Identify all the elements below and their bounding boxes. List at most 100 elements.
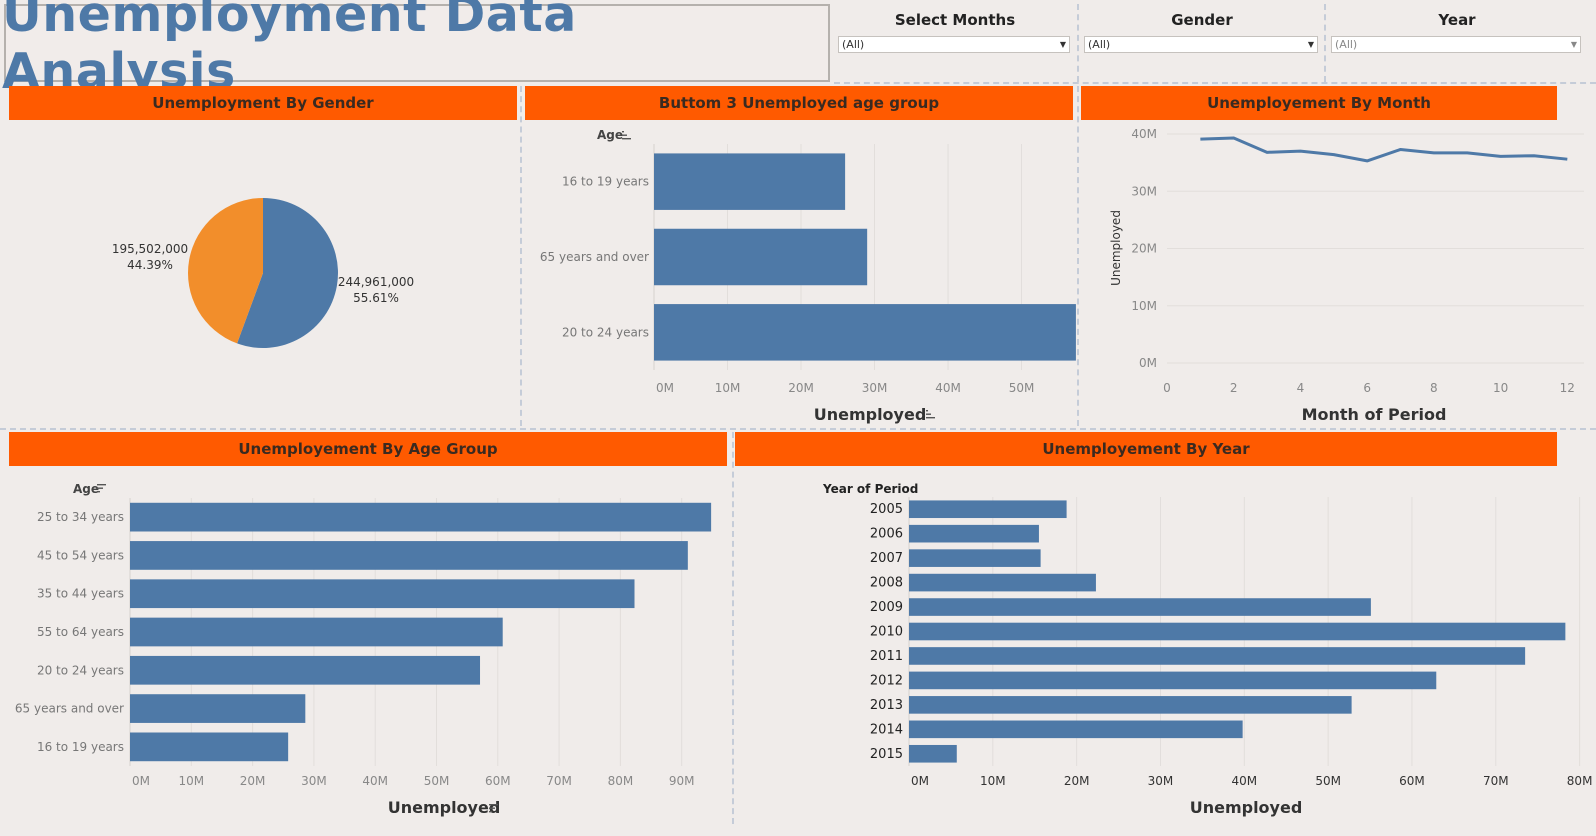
y-tick-label: 20M — [1131, 242, 1157, 256]
x-tick-label: 80M — [1567, 774, 1593, 788]
category-label: 2005 — [870, 502, 903, 517]
bar — [654, 228, 868, 286]
x-tick-label: 20M — [788, 381, 814, 395]
category-label: 2011 — [870, 649, 903, 664]
x-tick-label: 70M — [1483, 774, 1509, 788]
x-tick-label: 30M — [301, 774, 327, 788]
category-label: 2013 — [870, 698, 903, 713]
pie-value-label: 244,961,000 — [338, 275, 414, 289]
bar — [909, 647, 1526, 665]
pie-percent-label: 44.39% — [127, 258, 173, 272]
bar — [130, 617, 503, 647]
category-label: 35 to 44 years — [37, 587, 124, 601]
bar — [654, 304, 1076, 361]
x-tick-label: 50M — [1315, 774, 1341, 788]
sort-ascending-icon — [926, 410, 935, 419]
agegroup-bar-chart: Age 0M 10M 20M 30M 40M 50M 60M 70M 80M 90M 25 to 34… — [15, 482, 712, 817]
category-label: 45 to 54 years — [37, 548, 124, 562]
x-tick-label: 12 — [1560, 381, 1575, 395]
x-tick-label: 60M — [485, 774, 511, 788]
x-axis-title: Unemployed — [1190, 798, 1303, 817]
x-tick-label: 20M — [1064, 774, 1090, 788]
category-label: 2009 — [870, 600, 903, 615]
x-tick-label: 70M — [546, 774, 572, 788]
x-tick-label: 10M — [715, 381, 741, 395]
month-line-chart: 0M 10M 20M 30M 40M 0 2 4 6 8 10 12 Month of Period Un… — [1109, 127, 1584, 424]
sort-icon-line — [489, 807, 495, 809]
bar — [130, 502, 712, 532]
category-label: 2006 — [870, 527, 903, 542]
x-tick-label: 20M — [240, 774, 266, 788]
row-header-label: Year of Period — [822, 482, 918, 496]
bottom3-bar-chart: Age 0M 10M 20M 30M 40M 50M 16 to 19 years 65 yea… — [540, 128, 1076, 424]
y-axis-title: Unemployed — [1109, 210, 1123, 286]
row-header-label: Age — [597, 128, 623, 142]
x-axis-title: Unemployed — [814, 405, 927, 424]
category-label: 20 to 24 years — [37, 663, 124, 677]
bar — [130, 732, 289, 762]
charts-canvas: 244,961,00055.61%195,502,00044.39% Age0M… — [15, 127, 1593, 817]
bar — [130, 541, 688, 570]
y-tick-label: 0M — [1139, 356, 1157, 370]
category-label: 16 to 19 years — [37, 740, 124, 754]
sort-icon-line — [489, 811, 492, 813]
x-tick-label: 4 — [1297, 381, 1305, 395]
x-tick-label: 80M — [608, 774, 634, 788]
y-tick-label: 40M — [1131, 127, 1157, 141]
category-label: 2008 — [870, 576, 903, 591]
y-tick-label: 30M — [1131, 184, 1157, 198]
year-bar-chart: Year of Period 0M 10M 20M 30M 40M 50M 60M 70M 80M… — [822, 482, 1592, 817]
x-tick-label: 10M — [178, 774, 204, 788]
bar — [909, 524, 1039, 543]
category-label: 65 years and over — [540, 250, 649, 264]
x-tick-label: 30M — [1148, 774, 1174, 788]
sort-icon-line — [622, 138, 631, 140]
bar — [909, 720, 1243, 739]
bar — [130, 694, 306, 723]
category-label: 65 years and over — [15, 702, 124, 716]
bar — [130, 655, 481, 685]
bar — [654, 153, 846, 210]
x-tick-label: 40M — [935, 381, 961, 395]
category-label: 2012 — [870, 673, 903, 688]
x-tick-label: 40M — [1231, 774, 1257, 788]
category-label: 2015 — [870, 747, 903, 762]
x-tick-label: 0M — [656, 381, 674, 395]
bar — [130, 579, 635, 609]
x-tick-label: 6 — [1363, 381, 1371, 395]
gender-pie-chart: 244,961,000 55.61% 195,502,000 44.39% — [112, 198, 414, 349]
bar — [909, 549, 1041, 567]
pie-percent-label: 55.61% — [353, 291, 399, 305]
bar — [909, 671, 1437, 690]
y-tick-label: 10M — [1131, 299, 1157, 313]
bar — [909, 696, 1352, 714]
x-tick-label: 90M — [669, 774, 695, 788]
sort-icon-line — [926, 417, 935, 419]
x-tick-label: 50M — [1009, 381, 1035, 395]
bar — [909, 500, 1067, 519]
x-tick-label: 2 — [1230, 381, 1238, 395]
x-tick-label: 0 — [1163, 381, 1171, 395]
sort-icon-line — [97, 491, 100, 493]
sort-icon-line — [97, 484, 106, 486]
x-tick-label: 50M — [424, 774, 450, 788]
category-label: 16 to 19 years — [562, 175, 649, 189]
category-label: 2007 — [870, 551, 903, 566]
bar — [909, 744, 957, 763]
x-tick-label: 0M — [132, 774, 150, 788]
x-axis-title: Month of Period — [1302, 405, 1447, 424]
category-label: 2014 — [870, 722, 903, 737]
x-tick-label: 60M — [1399, 774, 1425, 788]
category-label: 25 to 34 years — [37, 510, 124, 524]
sort-ascending-icon — [622, 131, 631, 140]
bar — [909, 573, 1096, 592]
sort-descending-icon — [97, 484, 106, 493]
x-axis-title: Unemployed — [388, 798, 501, 817]
bar — [909, 598, 1371, 616]
pie-value-label: 195,502,000 — [112, 242, 188, 256]
sort-icon-line — [926, 413, 931, 415]
x-tick-label: 30M — [862, 381, 888, 395]
category-label: 20 to 24 years — [562, 325, 649, 339]
sort-icon-line — [622, 131, 624, 133]
category-label: 2010 — [870, 625, 903, 640]
